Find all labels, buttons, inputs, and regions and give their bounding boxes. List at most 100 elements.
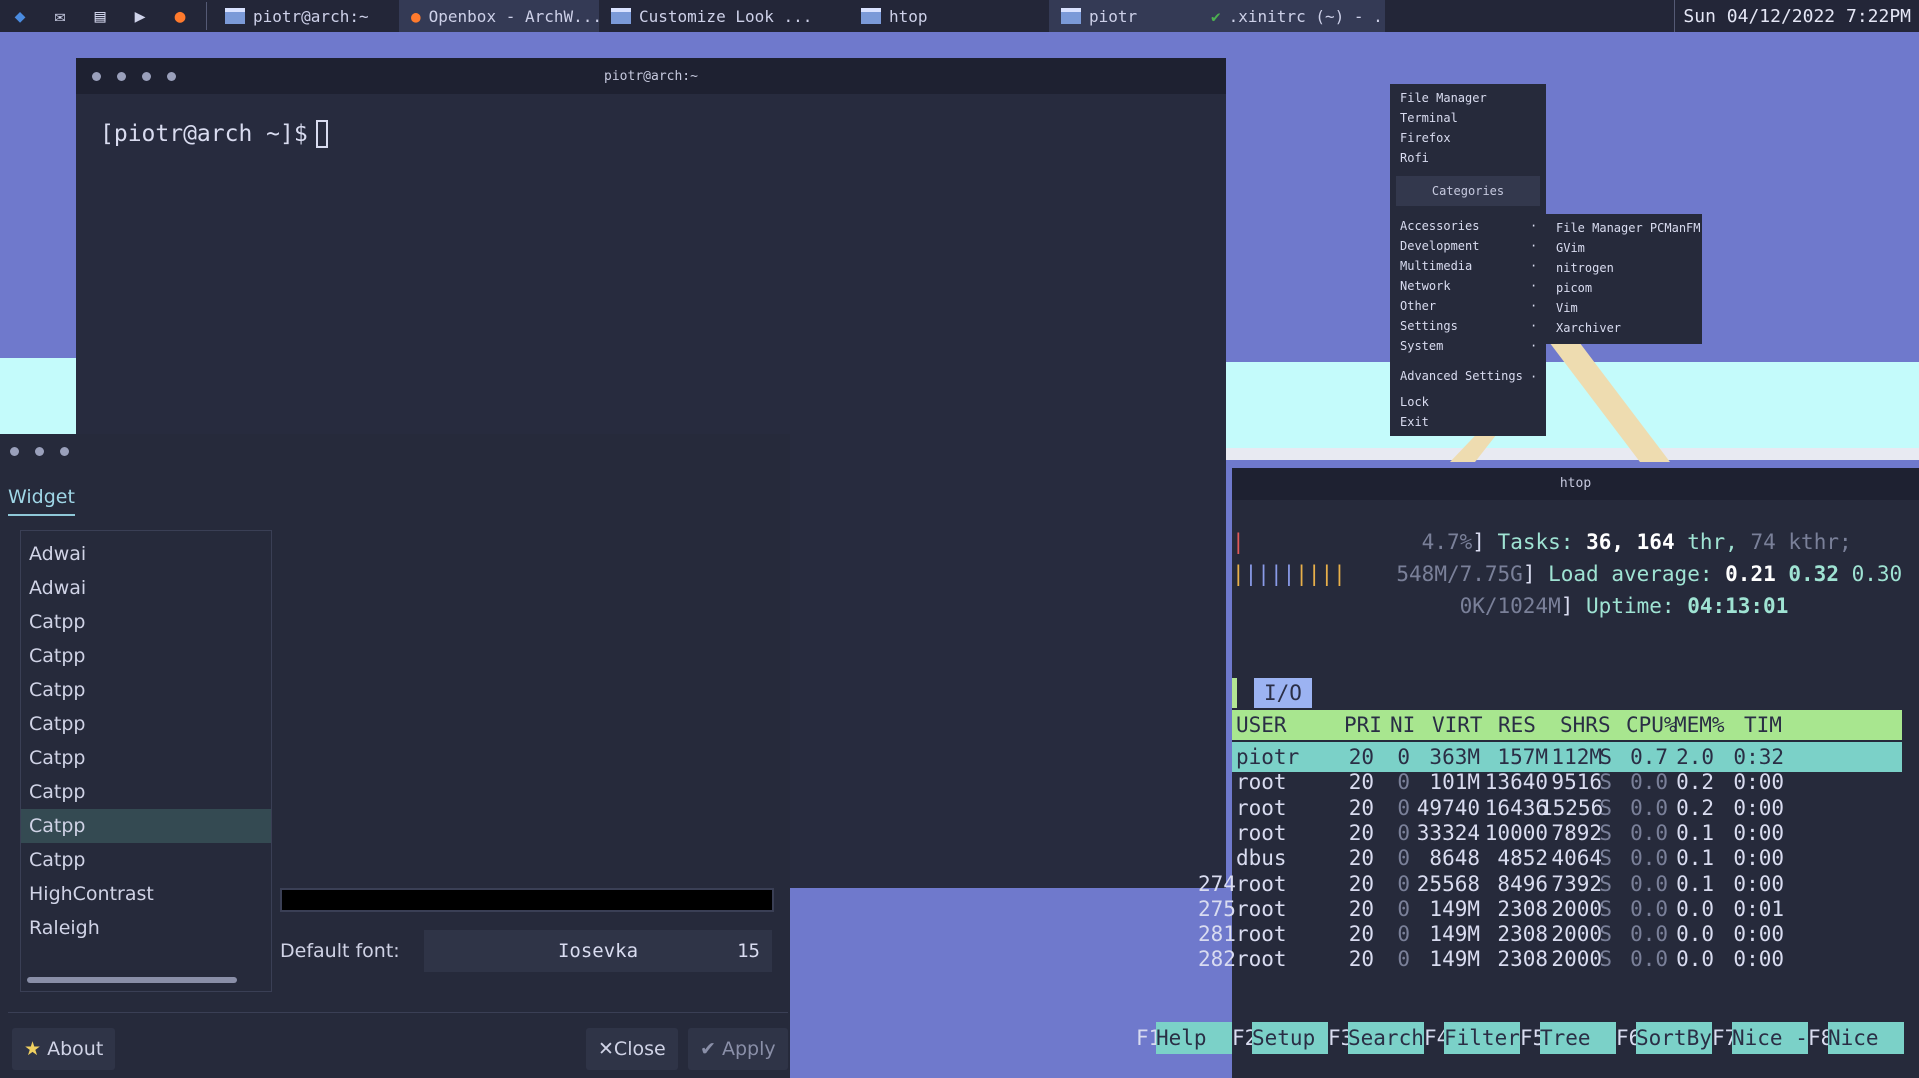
menu-category-item[interactable]: Network — [1400, 276, 1451, 296]
accessories-submenu: File Manager PCManFM GVim nitrogen picom Vim… — [1546, 214, 1702, 344]
horizontal-scrollbar[interactable] — [27, 977, 237, 983]
about-button[interactable]: ★ About — [12, 1028, 116, 1070]
theme-list-item[interactable]: Catpp — [21, 707, 271, 741]
submenu-item[interactable]: GVim — [1556, 238, 1585, 258]
menu-item-advanced-settings[interactable]: Advanced Settings — [1400, 366, 1523, 386]
menu-category-item[interactable]: Settings — [1400, 316, 1458, 336]
check-icon: ✔ — [700, 1038, 716, 1060]
task-editor[interactable]: ✔ .xinitrc (~) - ... — [1199, 0, 1385, 32]
menu-item[interactable]: Terminal — [1400, 108, 1458, 128]
tab-io[interactable]: I/O — [1254, 678, 1312, 708]
mail-icon[interactable]: ✉ — [40, 0, 80, 32]
theme-list-item[interactable]: Adwai — [21, 571, 271, 605]
menu-item[interactable]: Rofi — [1400, 148, 1429, 168]
fkey-label[interactable]: Setup — [1252, 1022, 1328, 1054]
fkey-label[interactable]: Filter — [1444, 1022, 1520, 1054]
theme-list-item[interactable]: Adwai — [21, 537, 271, 571]
app-launcher-icon[interactable]: ◆ — [0, 0, 40, 32]
submenu-item[interactable]: picom — [1556, 278, 1592, 298]
fkey-label[interactable]: Nice - — [1732, 1022, 1808, 1054]
task-file-manager[interactable]: piotr — [1049, 0, 1199, 32]
column-header-cpu-pct[interactable]: CPU% — [1626, 710, 1677, 740]
vim-icon: ✔ — [1211, 6, 1221, 26]
column-header-res[interactable]: RES — [1498, 710, 1536, 740]
menu-category-item[interactable]: Multimedia — [1400, 256, 1472, 276]
htop-titlebar[interactable]: htop — [1232, 468, 1919, 500]
column-header-pri[interactable]: PRI — [1344, 710, 1382, 740]
column-header-user[interactable]: USER — [1236, 710, 1287, 740]
process-header[interactable]: USER PRI NI VIRT RES SHR S CPU% MEM% TIM — [1232, 710, 1902, 740]
customize-look-window[interactable]: Widget Adwai Adwai Catpp Catpp Catpp Catpp Cat… — [0, 434, 790, 1078]
divider — [8, 1012, 788, 1013]
default-font-label: Default font: — [280, 940, 400, 962]
window-control-dot[interactable] — [35, 446, 44, 456]
window-control-dot[interactable] — [60, 446, 69, 456]
theme-list-item[interactable]: Catpp — [21, 775, 271, 809]
theme-list-item[interactable]: Catpp — [21, 741, 271, 775]
process-time: 0:00 — [1733, 947, 1784, 972]
submenu-item[interactable]: Xarchiver — [1556, 318, 1621, 338]
task-firefox[interactable]: ● Openbox - ArchW... — [399, 0, 599, 32]
theme-list-item[interactable]: Catpp — [21, 843, 271, 877]
theme-list-item[interactable]: HighContrast — [21, 877, 271, 911]
theme-list-item[interactable]: Catpp — [21, 809, 271, 843]
fkey-label[interactable]: Nice — [1828, 1022, 1904, 1054]
theme-list[interactable]: Adwai Adwai Catpp Catpp Catpp Catpp Catpp Catpp… — [20, 530, 272, 992]
mem-meter: ||||||||| 548M/7.75G] Load average: 0.21… — [1232, 562, 1903, 586]
menu-item[interactable]: File Manager — [1400, 88, 1487, 108]
categories-header: Categories — [1396, 176, 1540, 206]
terminal-titlebar[interactable]: piotr@arch:~ — [76, 58, 1226, 94]
htop-window[interactable]: htop | 4.7%] Tasks: 36, 164 thr, 74 kthr… — [1198, 468, 1919, 1078]
cpu-meter: | 4.7%] Tasks: 36, 164 thr, 74 kthr; — [1232, 530, 1852, 554]
terminal-icon[interactable]: ▶ — [120, 0, 160, 32]
theme-list-item[interactable]: Catpp — [21, 605, 271, 639]
submenu-item[interactable]: nitrogen — [1556, 258, 1614, 278]
menu-item[interactable]: Exit — [1400, 412, 1429, 432]
menu-category-item[interactable]: System — [1400, 336, 1443, 356]
menu-category-item[interactable]: Development — [1400, 236, 1479, 256]
column-header-ni[interactable]: NI — [1390, 710, 1415, 740]
apply-button[interactable]: ✔ Apply — [688, 1028, 788, 1070]
fkey-label[interactable]: Search — [1348, 1022, 1424, 1054]
firefox-icon[interactable]: ● — [160, 0, 200, 32]
close-button[interactable]: ✕Close — [586, 1028, 678, 1070]
default-font-button[interactable]: Iosevka 15 — [424, 930, 772, 972]
clock[interactable]: Sun 04/12/2022 7:22PM — [1674, 0, 1919, 32]
terminal-prompt: [piotr@arch ~]$ — [100, 121, 308, 147]
submenu-item[interactable]: File Manager PCManFM — [1556, 218, 1701, 238]
theme-preview — [280, 888, 774, 912]
tab-widget[interactable]: Widget — [8, 486, 75, 516]
swap-meter: 0K/1024M] Uptime: 04:13:01 — [1459, 594, 1789, 618]
wallpaper-shape — [0, 358, 80, 434]
terminal-prompt-line[interactable]: [piotr@arch ~]$ — [100, 120, 1226, 148]
fkey-label[interactable]: Help — [1156, 1022, 1232, 1054]
process-row[interactable]: 282 root 20 0 149M 2308 2000 S 0.0 0.0 0:00 — [1198, 944, 1902, 974]
menu-item[interactable]: Firefox — [1400, 128, 1451, 148]
column-header-virt[interactable]: VIRT — [1432, 710, 1483, 740]
menu-category-item[interactable]: Accessories — [1400, 216, 1479, 236]
wallpaper-region — [794, 890, 1116, 1078]
folder-icon — [1061, 8, 1081, 24]
fkey-label[interactable]: SortBy — [1636, 1022, 1712, 1054]
customize-look-titlebar[interactable] — [0, 434, 790, 468]
close-icon: ✕ — [598, 1038, 614, 1060]
task-htop[interactable]: htop — [849, 0, 1049, 32]
task-customize-look[interactable]: Customize Look ... — [599, 0, 849, 32]
column-header-shr[interactable]: SHR — [1560, 710, 1598, 740]
column-header-tim[interactable]: TIM — [1744, 710, 1782, 740]
theme-list-item[interactable]: Catpp — [21, 639, 271, 673]
submenu-item[interactable]: Vim — [1556, 298, 1578, 318]
task-terminal[interactable]: piotr@arch:~ — [213, 0, 399, 32]
theme-list-item[interactable]: Raleigh — [21, 911, 271, 945]
process-pri: 20 — [1348, 947, 1374, 972]
window-control-dot[interactable] — [10, 446, 19, 456]
submenu-arrow-icon: · — [1530, 319, 1538, 333]
menu-item[interactable]: Lock — [1400, 392, 1429, 412]
fkey-label[interactable]: Tree — [1540, 1022, 1616, 1054]
notes-icon[interactable]: ▤ — [80, 0, 120, 32]
menu-category-item[interactable]: Other — [1400, 296, 1436, 316]
terminal-title: piotr@arch:~ — [604, 68, 698, 84]
theme-list-item[interactable]: Catpp — [21, 673, 271, 707]
column-header-mem-pct[interactable]: MEM% — [1674, 710, 1725, 740]
column-header-s[interactable]: S — [1598, 710, 1611, 740]
